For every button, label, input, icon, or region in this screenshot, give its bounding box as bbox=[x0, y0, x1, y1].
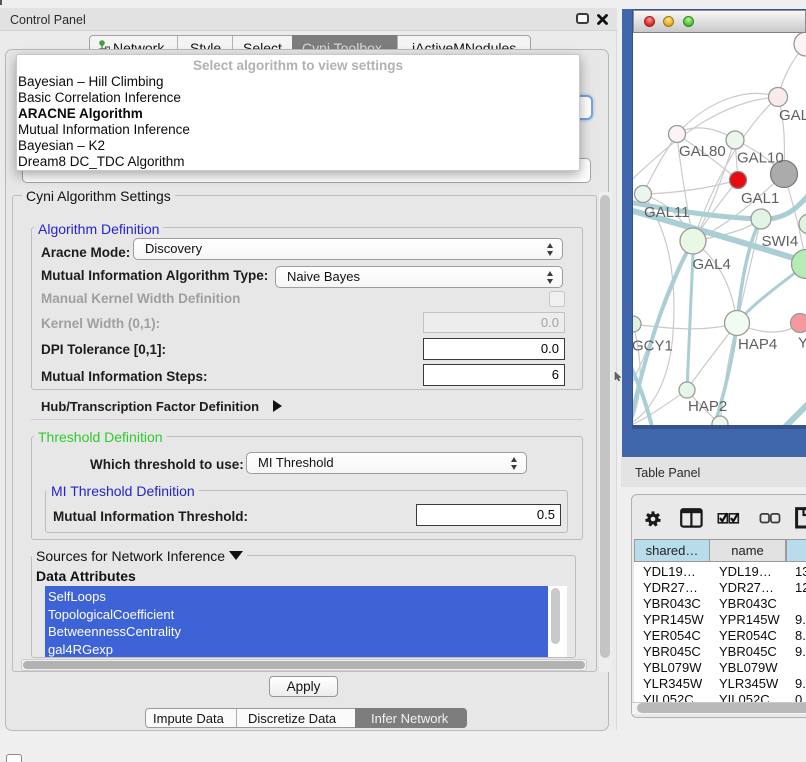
svg-text:GAL11: GAL11 bbox=[644, 204, 690, 221]
svg-text:GAL7: GAL7 bbox=[779, 107, 806, 124]
svg-text:SWI4: SWI4 bbox=[762, 233, 799, 250]
svg-text:GCY1: GCY1 bbox=[633, 338, 673, 355]
svg-text:GAL4: GAL4 bbox=[693, 256, 731, 273]
svg-text:HAP4: HAP4 bbox=[738, 336, 777, 353]
svg-text:GAL1: GAL1 bbox=[741, 190, 779, 207]
svg-text:GAL10: GAL10 bbox=[737, 150, 784, 167]
svg-text:HAP2: HAP2 bbox=[688, 398, 727, 415]
svg-text:GAL80: GAL80 bbox=[679, 143, 726, 160]
svg-text:Y: Y bbox=[798, 335, 806, 352]
